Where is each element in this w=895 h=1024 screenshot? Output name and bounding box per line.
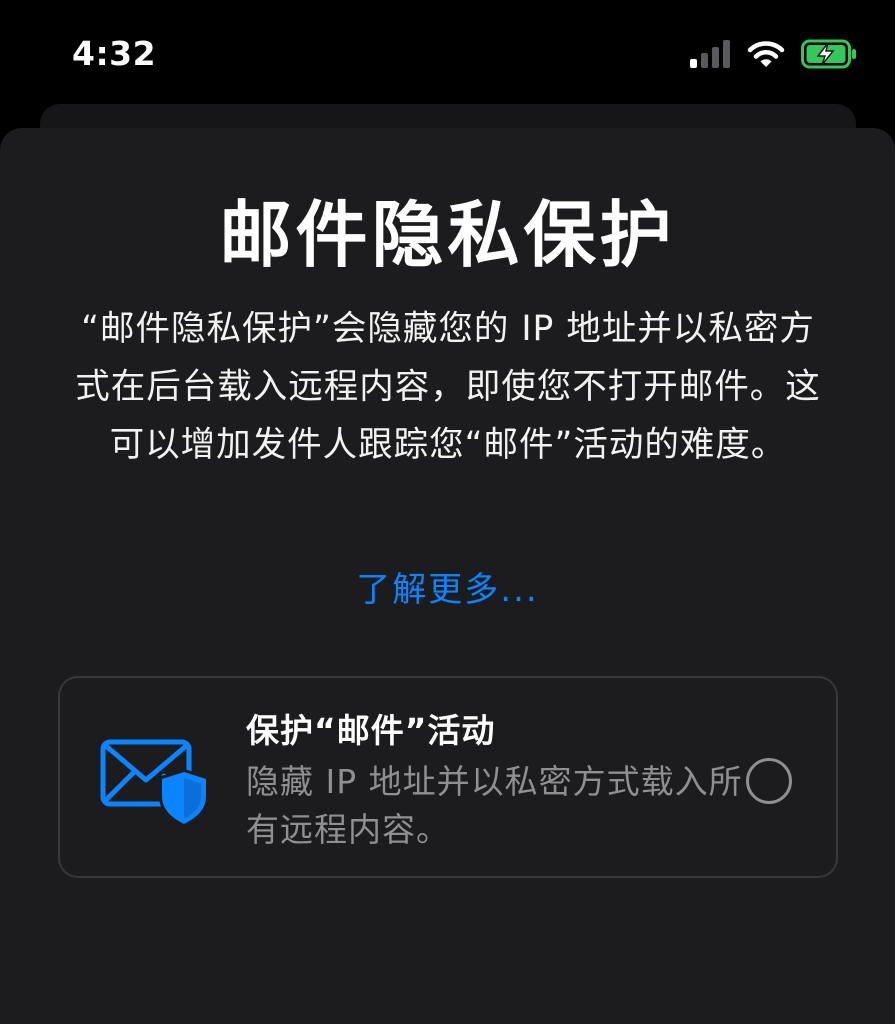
screen: 4:32 邮件隐私保护 “邮件隐私保护”会隐藏您的 IP 地址并以私密方式在后台… <box>0 0 895 1024</box>
privacy-description: “邮件隐私保护”会隐藏您的 IP 地址并以私密方式在后台载入远程内容，即使您不打… <box>75 309 821 465</box>
status-icons <box>689 38 857 70</box>
wifi-icon <box>747 41 785 67</box>
status-bar: 4:32 <box>0 0 895 100</box>
option-description: 隐藏 IP 地址并以私密方式载入所有远程内容。 <box>246 762 743 849</box>
learn-more-link[interactable]: 了解更多... <box>0 562 895 618</box>
protect-mail-activity-option[interactable]: 保护“邮件”活动 隐藏 IP 地址并以私密方式载入所有远程内容。 <box>58 676 838 878</box>
mail-shield-icon <box>100 739 209 826</box>
battery-charging-icon <box>801 39 856 69</box>
page-title: 邮件隐私保护 <box>219 193 676 277</box>
status-time: 4:32 <box>72 34 157 73</box>
option-title: 保护“邮件”活动 <box>246 711 496 750</box>
cellular-signal-icon <box>690 40 730 68</box>
option-radio-button[interactable] <box>746 758 792 804</box>
